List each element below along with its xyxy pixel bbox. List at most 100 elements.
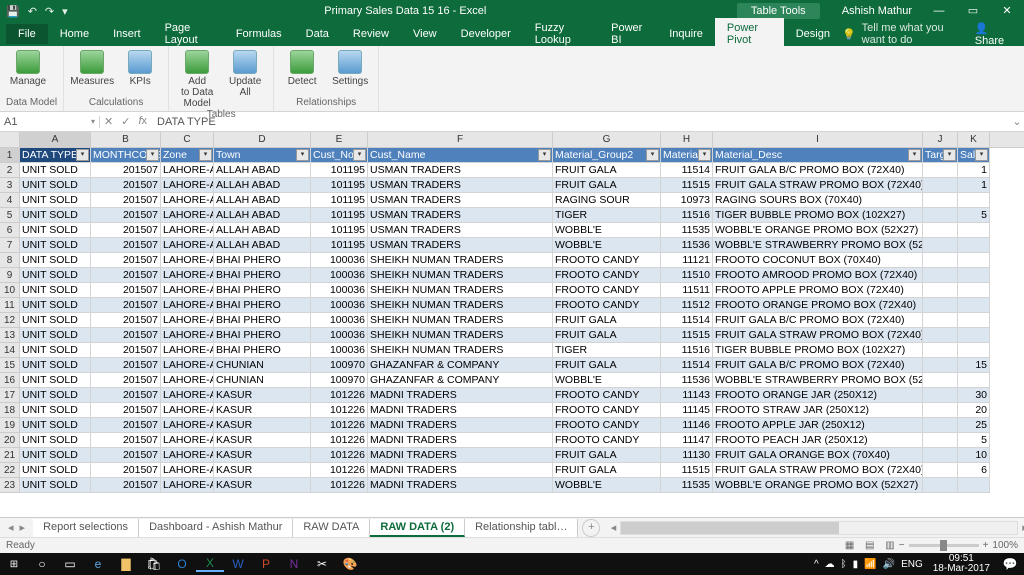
cell[interactable]: 11146 <box>661 418 713 433</box>
cell[interactable]: FRUIT GALA <box>553 448 661 463</box>
cell[interactable] <box>958 268 990 283</box>
cell[interactable]: 100036 <box>311 298 368 313</box>
cell[interactable]: UNIT SOLD <box>20 313 91 328</box>
ribbon-tab-file[interactable]: File <box>6 24 48 44</box>
cell[interactable]: LAHORE-A <box>161 253 214 268</box>
cell[interactable] <box>923 373 958 388</box>
filter-dropdown-button[interactable]: ▾ <box>199 149 212 161</box>
cell[interactable]: FRUIT GALA B/C PROMO BOX (72X40) <box>713 358 923 373</box>
ribbon-measures[interactable]: Measures <box>70 48 114 87</box>
cell[interactable]: 201507 <box>91 463 161 478</box>
cell[interactable]: USMAN TRADERS <box>368 238 553 253</box>
cell[interactable]: FRUIT GALA STRAW PROMO BOX (72X40) <box>713 463 923 478</box>
cell[interactable]: 201507 <box>91 238 161 253</box>
ribbon-tab-data[interactable]: Data <box>294 24 341 44</box>
ribbon-tab-insert[interactable]: Insert <box>101 24 153 44</box>
cell[interactable]: FROOTO APPLE PROMO BOX (72X40) <box>713 283 923 298</box>
cell[interactable]: FROOTO CANDY <box>553 388 661 403</box>
cell[interactable]: SHEIKH NUMAN TRADERS <box>368 253 553 268</box>
cell[interactable]: 100036 <box>311 328 368 343</box>
row-header[interactable]: 10 <box>0 283 20 298</box>
row-header[interactable]: 3 <box>0 178 20 193</box>
cell[interactable]: UNIT SOLD <box>20 178 91 193</box>
cortana-icon[interactable]: ○ <box>28 557 56 571</box>
cell[interactable]: SHEIKH NUMAN TRADERS <box>368 313 553 328</box>
sheet-nav-next[interactable]: ▸ <box>20 521 26 534</box>
cell[interactable]: UNIT SOLD <box>20 433 91 448</box>
cell[interactable]: LAHORE-A <box>161 478 214 493</box>
cell[interactable]: UNIT SOLD <box>20 298 91 313</box>
ribbon-update-all[interactable]: UpdateAll <box>223 48 267 98</box>
ribbon-tab-formulas[interactable]: Formulas <box>224 24 294 44</box>
cell[interactable]: 100970 <box>311 373 368 388</box>
cell[interactable]: 1 <box>958 178 990 193</box>
minimize-button[interactable]: — <box>922 0 956 22</box>
cell[interactable]: ALLAH ABAD <box>214 163 311 178</box>
cell[interactable]: LAHORE-A <box>161 313 214 328</box>
row-header[interactable]: 13 <box>0 328 20 343</box>
row-header[interactable]: 2 <box>0 163 20 178</box>
cell[interactable]: 11143 <box>661 388 713 403</box>
cell[interactable]: 1 <box>958 163 990 178</box>
cell[interactable]: BHAI PHERO <box>214 283 311 298</box>
cell[interactable]: FROOTO CANDY <box>553 418 661 433</box>
cell[interactable]: UNIT SOLD <box>20 418 91 433</box>
cell[interactable] <box>923 478 958 493</box>
start-button[interactable]: ⊞ <box>0 559 28 570</box>
cell[interactable] <box>958 223 990 238</box>
name-box[interactable]: A1 <box>0 116 100 128</box>
cell[interactable]: 201507 <box>91 343 161 358</box>
ribbon-tab-design[interactable]: Design <box>784 24 842 44</box>
cell[interactable]: LAHORE-A <box>161 343 214 358</box>
row-header[interactable]: 9 <box>0 268 20 283</box>
cell[interactable]: 20 <box>958 403 990 418</box>
cell[interactable] <box>958 328 990 343</box>
cell[interactable]: 101195 <box>311 208 368 223</box>
cell[interactable]: CHUNIAN <box>214 373 311 388</box>
cell[interactable]: FROOTO APPLE JAR (250X12) <box>713 418 923 433</box>
cell[interactable]: FROOTO CANDY <box>553 403 661 418</box>
cell[interactable]: MADNI TRADERS <box>368 448 553 463</box>
formula-input[interactable]: DATA TYPE <box>151 116 1010 128</box>
cell[interactable] <box>923 463 958 478</box>
cell[interactable]: WOBBL'E STRAWBERRY PROMO BOX (52X27) <box>713 238 923 253</box>
cell[interactable]: FRUIT GALA <box>553 178 661 193</box>
row-header[interactable]: 12 <box>0 313 20 328</box>
word-icon[interactable]: W <box>224 557 252 571</box>
cell[interactable]: KASUR <box>214 433 311 448</box>
cell[interactable]: CHUNIAN <box>214 358 311 373</box>
close-button[interactable]: ✕ <box>990 0 1024 22</box>
cell[interactable] <box>958 283 990 298</box>
cell[interactable]: KASUR <box>214 478 311 493</box>
cell[interactable]: UNIT SOLD <box>20 253 91 268</box>
sheet-tab[interactable]: Dashboard - Ashish Mathur <box>139 519 293 537</box>
cell[interactable]: UNIT SOLD <box>20 163 91 178</box>
cell[interactable]: RAGING SOURS BOX (70X40) <box>713 193 923 208</box>
cell[interactable]: 201507 <box>91 223 161 238</box>
cell[interactable]: FROOTO CANDY <box>553 268 661 283</box>
cell[interactable] <box>923 358 958 373</box>
snip-icon[interactable]: ✂ <box>308 557 336 571</box>
cell[interactable]: 101226 <box>311 433 368 448</box>
cell[interactable]: 201507 <box>91 358 161 373</box>
cell[interactable]: ALLAH ABAD <box>214 193 311 208</box>
cell[interactable]: FRUIT GALA <box>553 313 661 328</box>
wifi-icon[interactable]: 📶 <box>864 559 876 570</box>
cell[interactable]: LAHORE-A <box>161 238 214 253</box>
worksheet-grid[interactable]: ABCDEFGHIJK 1DATA TYPE▾MONTHCODE▾Zone▾To… <box>0 132 1024 493</box>
cell[interactable]: TIGER <box>553 208 661 223</box>
sheet-nav-prev[interactable]: ◂ <box>8 521 14 534</box>
cell[interactable]: UNIT SOLD <box>20 238 91 253</box>
select-all-triangle[interactable] <box>0 132 20 147</box>
filter-dropdown-button[interactable]: ▾ <box>538 149 551 161</box>
cell[interactable]: 201507 <box>91 268 161 283</box>
cell[interactable]: BHAI PHERO <box>214 343 311 358</box>
cell[interactable] <box>958 193 990 208</box>
cell[interactable]: 201507 <box>91 313 161 328</box>
cell[interactable]: FROOTO CANDY <box>553 433 661 448</box>
column-header[interactable]: E <box>311 132 368 147</box>
column-header[interactable]: H <box>661 132 713 147</box>
cell[interactable] <box>923 433 958 448</box>
cell[interactable] <box>923 253 958 268</box>
onedrive-icon[interactable]: ☁ <box>825 559 835 570</box>
